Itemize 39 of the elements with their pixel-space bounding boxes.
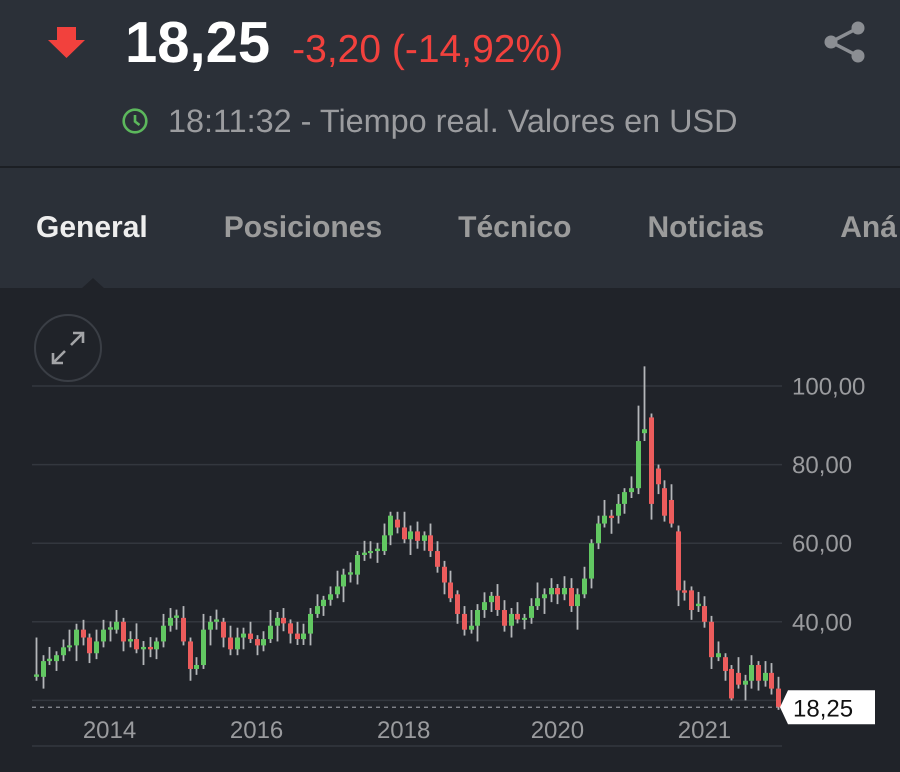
falling-candle xyxy=(455,590,460,624)
clock-icon xyxy=(122,108,148,134)
rising-candle xyxy=(375,542,380,563)
x-axis-label: 2021 xyxy=(678,717,732,744)
falling-candle xyxy=(248,622,253,644)
expand-icon xyxy=(51,331,85,365)
falling-candle xyxy=(689,586,694,620)
y-axis-label: 40,00 xyxy=(792,609,852,636)
falling-candle xyxy=(776,676,781,710)
rising-candle xyxy=(482,592,487,618)
share-icon[interactable] xyxy=(824,21,866,63)
last-price: 18,25 xyxy=(125,14,270,72)
rising-candle xyxy=(301,624,306,645)
rising-candle xyxy=(101,620,106,648)
tab[interactable]: Noticias xyxy=(610,168,802,288)
x-axis-label: 2020 xyxy=(530,717,584,744)
falling-candle xyxy=(288,619,293,644)
rising-candle xyxy=(74,624,79,662)
tab[interactable]: General xyxy=(0,168,186,288)
price-tag: 18,25 xyxy=(780,690,875,724)
falling-candle xyxy=(402,512,407,544)
x-axis-label: 2018 xyxy=(376,717,430,744)
falling-candle xyxy=(435,541,440,573)
tab[interactable]: Aná xyxy=(802,168,897,288)
falling-candle xyxy=(134,623,139,654)
falling-candle xyxy=(228,626,233,656)
x-axis-label: 2016 xyxy=(230,717,284,744)
timestamp-text: 18:11:32 - Tiempo real. Valores en USD xyxy=(168,104,738,138)
falling-candle xyxy=(515,602,520,624)
y-axis-label: 100,00 xyxy=(792,374,866,400)
y-axis-label: 60,00 xyxy=(792,530,852,558)
ref-line-label: 18,25 xyxy=(793,695,854,722)
y-axis-label: 80,00 xyxy=(792,452,852,480)
expand-button[interactable] xyxy=(34,314,102,382)
tab[interactable]: Posiciones xyxy=(186,168,420,288)
price-change: -3,20 (-14,92%) xyxy=(292,30,564,69)
falling-candle xyxy=(295,622,300,645)
x-axis-label: 2014 xyxy=(82,717,136,744)
tab[interactable]: Técnico xyxy=(420,168,610,288)
